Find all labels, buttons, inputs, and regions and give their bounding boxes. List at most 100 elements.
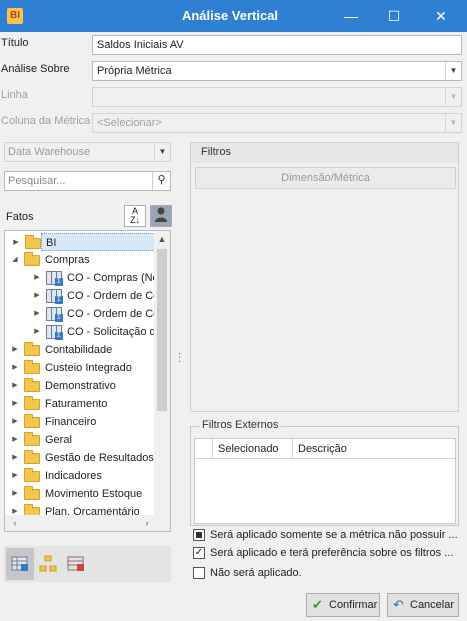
expand-icon[interactable]: ▶ — [11, 234, 21, 252]
fatos-tree[interactable]: ▶ Plan. Orçamentário ▶ Movimento Estoque ▶ In… — [4, 230, 171, 532]
table-header-blank — [195, 439, 213, 459]
window-title: Análise Vertical — [181, 8, 279, 23]
filtros-externos-table[interactable]: Selecionado Descrição — [194, 438, 456, 524]
tree-horizontal-scrollbar[interactable]: ‹ › — [5, 515, 170, 531]
linha-select: ▼ — [92, 87, 462, 107]
coluna-label: Coluna da Métrica — [1, 115, 91, 127]
scroll-right-icon[interactable]: › — [139, 515, 155, 531]
expand-icon[interactable]: ▶ — [10, 485, 20, 503]
expand-icon[interactable]: ▶ — [32, 305, 42, 323]
option-label: Será aplicado e terá preferência sobre o… — [210, 547, 454, 559]
chevron-down-icon: ▼ — [445, 88, 461, 106]
expand-icon[interactable]: ▶ — [10, 341, 20, 359]
minimize-button[interactable]: — — [328, 0, 374, 32]
column-header-descricao[interactable]: Descrição — [293, 439, 455, 459]
tree-item-label: Financeiro — [45, 416, 97, 428]
tree-item[interactable]: ◢ Compras — [5, 251, 155, 269]
scroll-up-icon[interactable]: ▲ — [154, 231, 170, 247]
dimension-metric-button: Dimensão/Métrica — [195, 167, 456, 189]
expand-icon[interactable]: ▶ — [10, 431, 20, 449]
expand-icon[interactable]: ▶ — [32, 323, 42, 341]
check-icon: ✔ — [312, 597, 323, 612]
app-logo-icon: BI — [7, 8, 23, 24]
tree-item[interactable]: ▶ Demonstrativo — [5, 377, 155, 395]
expand-icon[interactable]: ▶ — [32, 269, 42, 287]
checkbox-unchecked[interactable] — [193, 567, 205, 579]
expand-icon[interactable]: ▶ — [10, 377, 20, 395]
sigma-icon: Σ — [55, 296, 63, 304]
confirm-label: Confirmar — [329, 599, 378, 611]
scroll-left-icon[interactable]: ‹ — [7, 515, 23, 531]
checkbox-indeterminate[interactable] — [193, 529, 205, 541]
confirm-button[interactable]: ✔ Confirmar — [306, 593, 380, 617]
fact-table-icon: Σ — [46, 289, 63, 304]
folder-icon — [24, 396, 40, 410]
user-icon[interactable] — [150, 205, 172, 227]
tree-item[interactable]: ▶ Contabilidade — [5, 341, 155, 359]
tree-item[interactable]: ▶ Faturamento — [5, 395, 155, 413]
collapse-icon[interactable]: ◢ — [10, 251, 20, 269]
option-apply-if-no-filter[interactable]: Será aplicado somente se a métrica não p… — [193, 528, 461, 544]
tree-item[interactable]: ▶ Movimento Estoque — [5, 485, 155, 503]
tree-item-label: CO - Solicitação de — [67, 326, 162, 338]
view-hierarchy-button[interactable] — [38, 554, 58, 574]
titulo-input[interactable]: Saldos Iniciais AV — [92, 35, 462, 55]
panel-splitter[interactable]: · · · — [178, 349, 181, 367]
maximize-button[interactable]: ☐ — [371, 0, 417, 32]
filtros-header: Filtros — [191, 143, 458, 163]
option-apply-with-preference[interactable]: ✓ Será aplicado e terá preferência sobre… — [193, 546, 461, 562]
chevron-down-icon: ▼ — [445, 114, 461, 132]
sort-az-icon[interactable]: A Z↓ — [124, 205, 146, 227]
tree-item-label: Custeio Integrado — [45, 362, 132, 374]
title-bar: BI Análise Vertical — ☐ ✕ — [0, 0, 467, 32]
view-fact-list-button[interactable] — [6, 548, 34, 580]
scroll-thumb[interactable] — [157, 249, 167, 411]
view-metrics-button[interactable] — [66, 554, 86, 574]
folder-icon — [24, 468, 40, 482]
expand-icon[interactable]: ▶ — [10, 359, 20, 377]
folder-icon — [24, 360, 40, 374]
tree-item[interactable]: ▶ Σ CO - Ordem de Cor — [5, 287, 163, 305]
chevron-down-icon: ▼ — [445, 62, 461, 80]
analise-value: Própria Métrica — [97, 65, 172, 77]
option-label: Não será aplicado. — [210, 567, 302, 579]
tree-item[interactable]: ▶ Σ CO - Solicitação de — [5, 323, 162, 341]
folder-icon — [24, 432, 40, 446]
filtros-externos-group: Filtros Externos Selecionado Descrição — [190, 419, 459, 526]
tree-item[interactable]: ▶ Indicadores — [5, 467, 155, 485]
analise-select[interactable]: Própria Métrica ▼ — [92, 61, 462, 81]
column-header-selecionado[interactable]: Selecionado — [213, 439, 293, 459]
folder-icon — [24, 252, 40, 266]
checkbox-checked[interactable]: ✓ — [193, 547, 205, 559]
tree-item-label: Gestão de Resultados — [45, 452, 154, 464]
linha-label: Linha — [1, 89, 28, 101]
fact-table-icon: Σ — [46, 325, 63, 340]
expand-icon[interactable]: ▶ — [10, 395, 20, 413]
folder-icon — [24, 450, 40, 464]
tree-item-label: Demonstrativo — [45, 380, 116, 392]
expand-icon[interactable]: ▶ — [10, 449, 20, 467]
expand-icon[interactable]: ▶ — [10, 413, 20, 431]
expand-icon[interactable]: ▶ — [32, 287, 42, 305]
undo-icon: ↶ — [393, 597, 404, 612]
titulo-value: Saldos Iniciais AV — [97, 39, 184, 51]
tree-item[interactable]: ▶ BI — [13, 233, 170, 251]
option-not-applied[interactable]: Não será aplicado. — [193, 566, 461, 582]
close-button[interactable]: ✕ — [418, 0, 464, 32]
analise-label: Análise Sobre — [1, 63, 70, 75]
source-value: Data Warehouse — [8, 146, 91, 158]
tree-item[interactable]: ▶ Σ CO - Ordem de Cor — [5, 305, 163, 323]
tree-item-label: CO - Ordem de Cor — [67, 308, 163, 320]
tree-item[interactable]: ▶ Gestão de Resultados — [5, 449, 155, 467]
tree-item[interactable]: ▶ Geral — [5, 431, 155, 449]
tree-item[interactable]: ▶ Financeiro — [5, 413, 155, 431]
cancel-button[interactable]: ↶ Cancelar — [387, 593, 459, 617]
search-input[interactable]: Pesquisar... ⚲ — [4, 171, 171, 191]
tree-item[interactable]: ▶ Custeio Integrado — [5, 359, 155, 377]
titulo-label: Título — [1, 37, 29, 49]
fatos-label: Fatos — [6, 211, 34, 223]
search-icon[interactable]: ⚲ — [152, 172, 170, 190]
tree-item[interactable]: ▶ Σ CO - Compras (Not — [5, 269, 162, 287]
expand-icon[interactable]: ▶ — [10, 467, 20, 485]
tree-vertical-scrollbar[interactable]: ▲ — [154, 231, 170, 517]
